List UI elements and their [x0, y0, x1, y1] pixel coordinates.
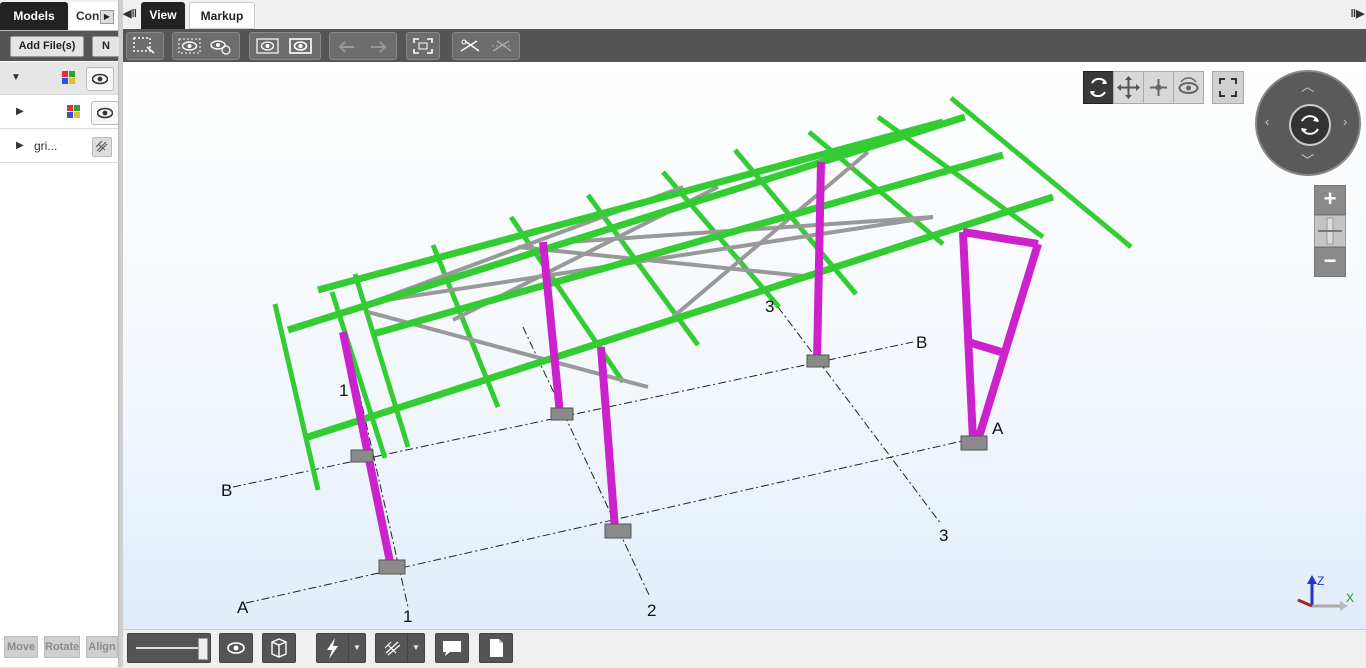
tab-scroll-right-icon[interactable]: ▶ [100, 10, 114, 24]
axis-x-label: X [1346, 591, 1354, 605]
fit-group [406, 32, 440, 60]
collapse-arrow-icon[interactable]: ▶ [16, 140, 24, 151]
nav-down-icon[interactable]: ﹀ [1301, 150, 1314, 169]
axis-triad: Z X [1297, 574, 1354, 611]
undo-redo-group [329, 32, 397, 60]
isolate-icon[interactable] [255, 36, 281, 56]
bracing [367, 150, 934, 389]
grid-label-2-bottom: 2 [647, 601, 656, 620]
view-toolbar [123, 29, 1366, 62]
clip-off-icon[interactable] [489, 36, 515, 56]
tree-item-model-2[interactable]: ▶ [0, 96, 119, 129]
grid-dropdown-icon[interactable]: ▼ [407, 634, 424, 662]
selection-group [126, 32, 164, 60]
zoom-out-button[interactable]: − [1314, 247, 1346, 277]
panel-tabs: Models Con ▶ [0, 0, 118, 31]
collapse-right-icon[interactable]: ‖▶ [1349, 0, 1366, 29]
hide-icon[interactable] [177, 36, 203, 56]
hide-others-icon[interactable] [207, 36, 233, 56]
navigation-wheel[interactable]: ︿ ﹀ ‹ › [1255, 70, 1361, 176]
grid-label-a-right: A [992, 419, 1004, 438]
expand-arrow-icon[interactable]: ▼ [11, 72, 21, 83]
model-scene[interactable]: A A B B 1 1 2 3 3 [123, 62, 1366, 629]
hide-group [172, 32, 240, 60]
tree-item-model-1[interactable]: ▼ [0, 62, 118, 95]
grid-label-b-left: B [221, 481, 232, 500]
lightning-dropdown-icon[interactable]: ▼ [348, 634, 365, 662]
main-beams [286, 113, 1055, 441]
grid-toggle-icon[interactable]: ▼ [375, 633, 425, 663]
redo-icon[interactable] [366, 36, 392, 56]
nav-right-icon[interactable]: › [1343, 114, 1347, 129]
rotate-button[interactable]: Rotate [44, 636, 80, 658]
color-icon[interactable] [66, 104, 82, 120]
align-button[interactable]: Align [86, 636, 118, 658]
tab-markup[interactable]: Markup [189, 2, 255, 29]
columns [339, 161, 1042, 568]
zoom-control: + − [1314, 185, 1346, 277]
fullscreen-icon[interactable] [1212, 71, 1244, 104]
fit-view-icon[interactable] [410, 36, 436, 56]
select-window-icon[interactable] [132, 36, 158, 56]
undo-icon[interactable] [334, 36, 360, 56]
comment-icon[interactable] [435, 633, 469, 663]
models-toolbar: Add File(s) N [0, 31, 120, 61]
orbit-center-icon[interactable] [1289, 104, 1331, 146]
grid-label-1-top: 1 [339, 381, 348, 400]
models-panel: Models Con ▶ Add File(s) N ▼ ▶ ▶ gri... [0, 0, 120, 667]
clip-icon[interactable] [457, 36, 483, 56]
zoom-in-button[interactable]: + [1314, 185, 1346, 215]
zoom-slider[interactable] [1314, 215, 1346, 247]
tree-item-label: gri... [34, 139, 58, 153]
footings [350, 354, 988, 575]
grid-label-1-bottom: 1 [403, 607, 412, 626]
grid-label-3-bottom: 3 [939, 526, 948, 545]
grid-label-3-top: 3 [765, 297, 774, 316]
note-icon[interactable] [479, 633, 513, 663]
clip-group [452, 32, 520, 60]
box-view-icon[interactable] [262, 633, 296, 663]
collapse-arrow-icon[interactable]: ▶ [16, 106, 24, 117]
color-icon[interactable] [61, 70, 77, 86]
tree-item-grid[interactable]: ▶ gri... [0, 130, 118, 163]
walk-icon[interactable] [1143, 71, 1174, 104]
add-files-button[interactable]: Add File(s) [10, 36, 84, 57]
nav-left-icon[interactable]: ‹ [1265, 114, 1269, 129]
pan-icon[interactable] [1113, 71, 1144, 104]
axis-z-label: Z [1317, 574, 1324, 588]
3d-viewport[interactable]: A A B B 1 1 2 3 3 ︿ ﹀ ‹ › + − Z X [123, 62, 1366, 629]
more-button[interactable]: N [92, 36, 120, 57]
grid-label-a-left: A [237, 598, 249, 617]
collapse-left-icon[interactable]: ◀‖ [123, 7, 137, 20]
visibility-icon[interactable] [219, 633, 253, 663]
isolate-group [249, 32, 321, 60]
orbit-icon[interactable] [1083, 71, 1114, 104]
grid-label-b-right: B [916, 333, 927, 352]
grid-icon[interactable] [92, 137, 112, 157]
lightning-icon[interactable]: ▼ [316, 633, 366, 663]
move-button[interactable]: Move [4, 636, 38, 658]
look-icon[interactable] [1173, 71, 1204, 104]
transform-buttons: Move Rotate Align [0, 636, 118, 658]
tab-models[interactable]: Models [0, 2, 68, 30]
visibility-eye-icon[interactable] [86, 67, 114, 91]
visibility-eye-icon[interactable] [91, 101, 119, 125]
bottom-toolbar: ▼ ▼ [123, 629, 1366, 668]
quality-slider[interactable] [127, 633, 211, 663]
main-tabs-bar: ◀‖ View Markup [123, 0, 1366, 30]
show-all-icon[interactable] [288, 36, 314, 56]
tab-view[interactable]: View [141, 2, 185, 29]
nav-up-icon[interactable]: ︿ [1301, 76, 1314, 95]
